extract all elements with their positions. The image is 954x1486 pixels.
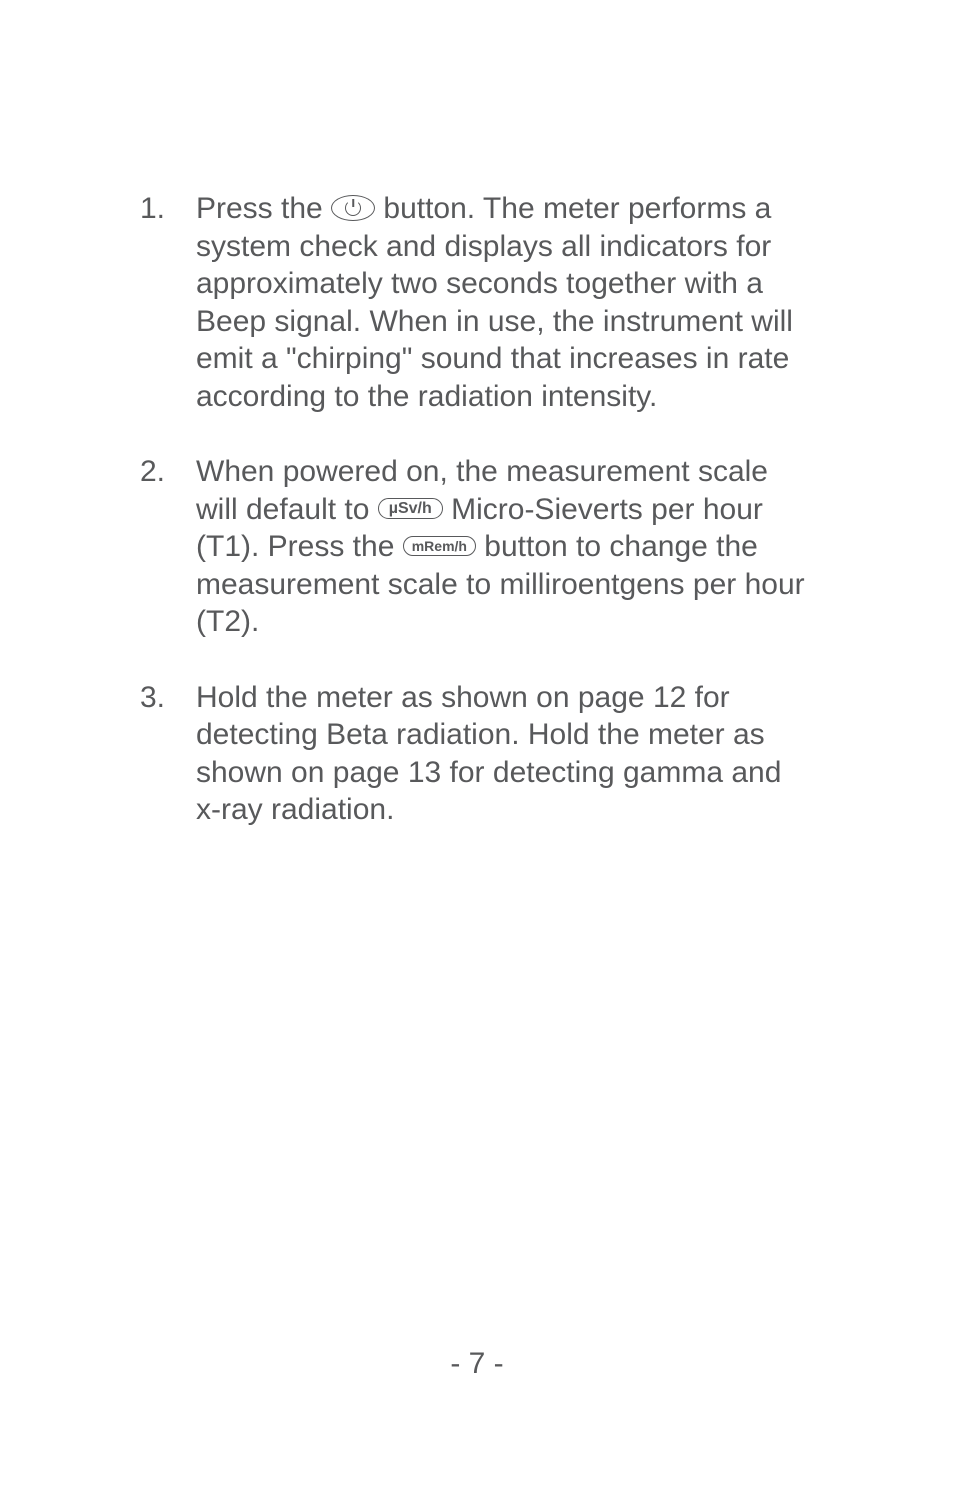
list-text: Press the button. The meter performs a s… [196,190,814,415]
text-segment: Press the [196,192,331,225]
mrem-button-icon: mRem/h [403,536,476,556]
list-item-2: 2. When powered on, the measurement scal… [140,453,814,641]
usv-button-icon: µSv/h [378,498,443,519]
list-number: 2. [140,453,196,641]
power-icon [331,195,375,221]
list-text: When powered on, the measurement scale w… [196,453,814,641]
list-item-3: 3. Hold the meter as shown on page 12 fo… [140,679,814,829]
list-text: Hold the meter as shown on page 12 for d… [196,679,814,829]
list-number: 3. [140,679,196,829]
page-content: 1. Press the button. The meter performs … [140,190,814,829]
page-number: - 7 - [0,1347,954,1381]
text-segment: button. The meter performs a system chec… [196,192,793,413]
list-item-1: 1. Press the button. The meter performs … [140,190,814,415]
list-number: 1. [140,190,196,415]
